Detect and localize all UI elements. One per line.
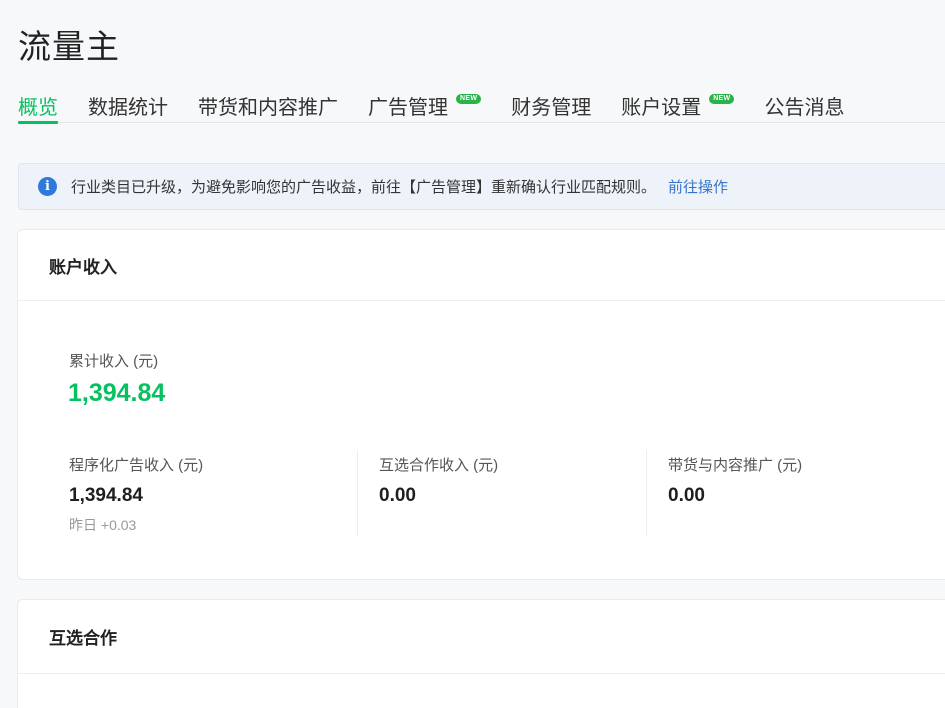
notice-action-link[interactable]: 前往操作 [668,176,728,197]
tab-label: 公告消息 [764,97,845,119]
metric-label: 程序化广告收入 (元) [69,457,204,474]
metric-value: 0.00 [379,485,416,506]
page: 流量主 概览 数据统计 带货和内容推广 广告管理 NEW 财务管理 账户设置 N… [0,0,945,708]
metric-value: 0.00 [668,485,705,506]
tab-commerce-promotion[interactable]: 带货和内容推广 [198,86,338,123]
notice-text: 行业类目已升级，为避免影响您的广告收益，前往【广告管理】重新确认行业匹配规则。 [71,179,657,196]
metric-divider [357,450,358,536]
app-title: 流量主 [18,28,120,65]
metric-delta: 昨日 +0.03 [69,517,137,533]
tab-finance[interactable]: 财务管理 [511,86,591,123]
metric-divider [646,450,647,536]
main-tabs: 概览 数据统计 带货和内容推广 广告管理 NEW 财务管理 账户设置 NEW 公… [18,86,945,124]
info-icon: i [38,177,57,196]
card-title: 账户收入 [18,230,945,301]
metric-label: 互选合作收入 (元) [379,457,499,474]
new-badge: NEW [456,94,482,104]
mutual-selection-card: 互选合作 [17,599,945,708]
metric-commerce-content: 带货与内容推广 (元) 0.00 [668,450,802,536]
metric-label: 带货与内容推广 (元) [668,457,803,474]
metric-programmatic-ads: 程序化广告收入 (元) 1,394.84 昨日 +0.03 [69,450,203,536]
metric-value: 1,394.84 [69,485,143,506]
tab-label: 财务管理 [511,97,592,119]
tab-announcements[interactable]: 公告消息 [764,86,844,123]
tab-label: 带货和内容推广 [198,97,338,119]
tab-label: 数据统计 [88,97,168,119]
notice-banner: i 行业类目已升级，为避免影响您的广告收益，前往【广告管理】重新确认行业匹配规则… [18,163,945,210]
tab-label: 广告管理 [368,97,448,119]
account-income-card: 账户收入 累计收入 (元) 1,394.84 程序化广告收入 (元) 1,394… [17,229,945,580]
metric-mutual-selection: 互选合作收入 (元) 0.00 [379,450,498,536]
total-income-label: 累计收入 (元) [69,353,159,370]
tab-account-settings[interactable]: 账户设置 NEW [621,86,735,123]
tab-label: 概览 [18,97,58,119]
new-badge: NEW [709,94,735,104]
card-title: 互选合作 [18,600,945,674]
tab-label: 账户设置 [621,97,702,119]
total-income-value: 1,394.84 [68,379,166,407]
tab-ad-management[interactable]: 广告管理 NEW [368,86,482,123]
tab-data-stats[interactable]: 数据统计 [88,86,168,123]
tab-overview[interactable]: 概览 [18,86,58,124]
